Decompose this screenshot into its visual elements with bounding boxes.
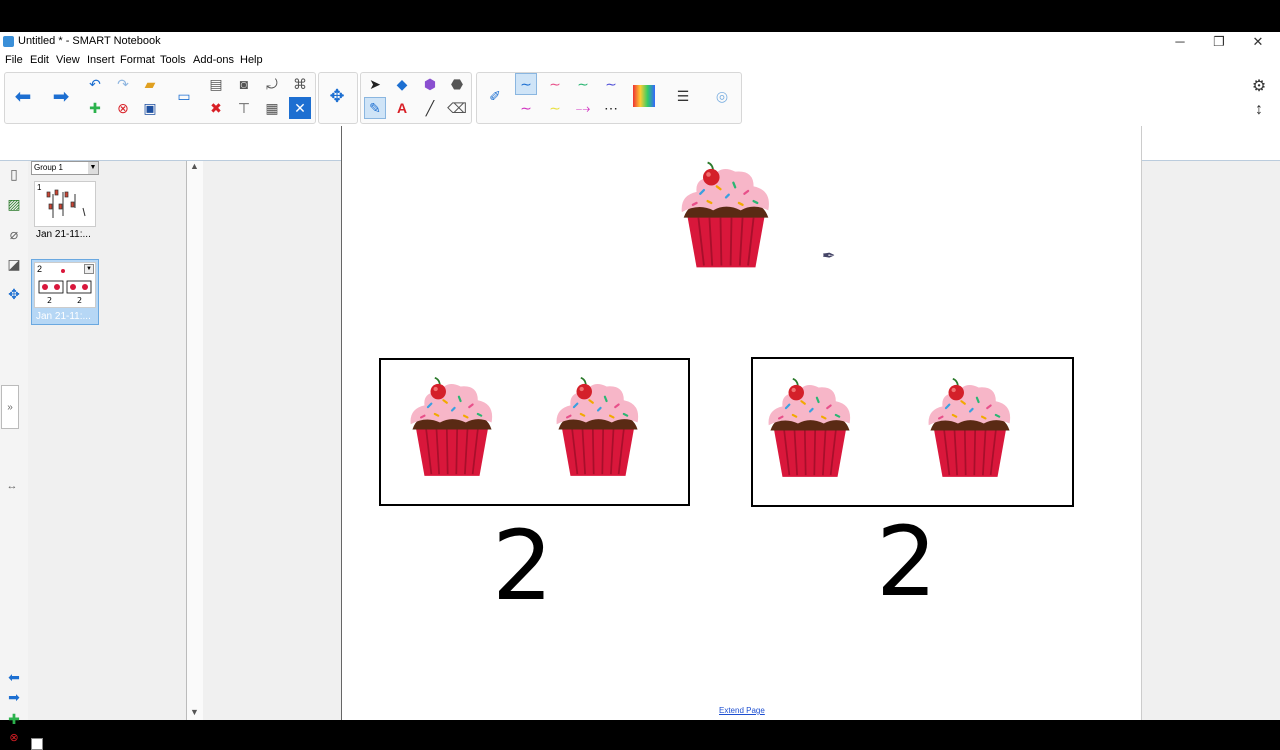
minimize-button[interactable]: ─ xyxy=(1160,32,1200,52)
text-icon[interactable]: A xyxy=(391,97,413,119)
cupcake-image[interactable] xyxy=(680,158,772,270)
pens-icon[interactable]: ✎ xyxy=(364,97,386,119)
add-ons-puzzle-icon[interactable]: ✥ xyxy=(326,85,348,107)
previous-page-icon[interactable]: ⬅ xyxy=(12,85,34,108)
handwritten-count-right[interactable]: 2 xyxy=(876,514,937,610)
pen-type-icon[interactable]: ✐ xyxy=(484,85,506,107)
cupcake-frame-right[interactable] xyxy=(751,357,1074,507)
app-icon xyxy=(3,36,14,47)
pen-style-black-dashed-icon[interactable]: ⋯ xyxy=(600,97,622,119)
properties-tab-icon[interactable]: ◪ xyxy=(3,253,25,275)
window-title: Untitled * - SMART Notebook xyxy=(18,35,161,47)
next-page-icon[interactable]: ➡ xyxy=(50,85,72,108)
menu-insert[interactable]: Insert xyxy=(87,54,115,66)
scroll-up-icon[interactable]: ▲ xyxy=(190,161,199,171)
undo-icon[interactable]: ↶ xyxy=(84,73,106,95)
table-rotate-icon[interactable]: ⤾ xyxy=(261,73,283,95)
auto-hide-label: Auto-hide xyxy=(44,738,87,749)
handwritten-count-left[interactable]: 2 xyxy=(492,518,553,614)
color-palette-icon[interactable] xyxy=(633,85,655,107)
menu-edit[interactable]: Edit xyxy=(30,54,49,66)
close-x-icon[interactable]: ✕ xyxy=(289,97,311,119)
delete-page-icon[interactable]: ⊗ xyxy=(112,97,134,119)
restore-button[interactable]: ❐ xyxy=(1199,32,1239,52)
collapse-handle-icon[interactable]: » xyxy=(1,385,19,429)
cupcake-frame-left[interactable] xyxy=(379,358,690,506)
pen-style-pink-icon[interactable]: ∼ xyxy=(544,73,566,95)
attachments-tab-icon[interactable]: ⌀ xyxy=(3,223,25,245)
menu-bar: File Edit View Insert Format Tools Add-o… xyxy=(0,52,1280,70)
cupcake-image[interactable] xyxy=(927,371,1013,483)
page-sorter-tab-icon[interactable]: ▯ xyxy=(3,163,25,185)
cupcake-image[interactable] xyxy=(555,370,641,482)
menu-view[interactable]: View xyxy=(56,54,80,66)
menu-tools[interactable]: Tools xyxy=(160,54,186,66)
title-bar: Untitled * - SMART Notebook ─ ❐ ✕ xyxy=(0,32,1280,52)
paste-icon[interactable]: ▤ xyxy=(205,73,227,95)
pen-style-yellow-icon[interactable]: ∼ xyxy=(544,97,566,119)
svg-text:2: 2 xyxy=(77,296,82,305)
document-camera-icon[interactable]: ⌘ xyxy=(289,73,311,95)
shapes-icon[interactable]: ◆ xyxy=(391,73,413,95)
pen-style-blue-icon[interactable]: ∼ xyxy=(515,73,537,95)
magic-pen-icon[interactable]: ⬢ xyxy=(419,73,441,95)
settings-gear-icon[interactable]: ⚙ xyxy=(1248,75,1270,97)
thumbnail-sketch xyxy=(46,189,86,218)
select-arrow-icon[interactable]: ➤ xyxy=(364,73,386,95)
fill-icon[interactable]: ⬣ xyxy=(446,73,468,95)
gallery-tab-icon[interactable]: ▨ xyxy=(3,193,25,215)
display-screen-icon[interactable]: ▭ xyxy=(173,85,195,107)
pen-style-magenta-icon[interactable]: ∼ xyxy=(515,97,537,119)
auto-hide-checkbox[interactable] xyxy=(31,738,43,750)
side-tab-rail: ▯ ▨ ⌀ ◪ ✥ » ↔ ⬅ ➡ ✚ ⊗ xyxy=(0,161,29,744)
screen-capture-icon[interactable]: ◙ xyxy=(233,73,255,95)
group-dropdown[interactable]: Group 1 ▼ xyxy=(31,161,99,175)
page-caption: Jan 21-11:... xyxy=(36,311,91,322)
page-thumbnail-1[interactable]: 1 xyxy=(34,181,96,227)
page-sorter: Group 1 ▼ 1 Jan 21-11:... 2 ▼ 2 2 Jan 21… xyxy=(28,161,186,750)
line-thickness-icon[interactable]: ☰ xyxy=(672,85,694,107)
add-page-icon[interactable]: ✚ xyxy=(84,97,106,119)
pen-style-green-icon[interactable]: ∼ xyxy=(572,73,594,95)
chevron-down-icon: ▼ xyxy=(88,162,98,174)
transparency-icon[interactable]: ◎ xyxy=(711,85,733,107)
add-ons-tab-icon[interactable]: ✥ xyxy=(3,283,25,305)
cupcake-image[interactable] xyxy=(409,370,495,482)
notebook-page[interactable]: ✒ 2 2 Extend Page xyxy=(341,126,1142,720)
sorter-delete-page-icon[interactable]: ⊗ xyxy=(3,726,25,748)
full-screen-icon[interactable]: ⊤ xyxy=(233,97,255,119)
svg-text:2: 2 xyxy=(47,296,52,305)
pen-cursor-icon: ✒ xyxy=(822,248,836,265)
sorter-scrollbar[interactable]: ▲ ▼ xyxy=(186,161,204,720)
close-button[interactable]: ✕ xyxy=(1238,32,1278,52)
move-toolbar-icon[interactable]: ↕ xyxy=(1248,99,1270,121)
line-icon[interactable]: ╱ xyxy=(419,97,441,119)
sorter-next-icon[interactable]: ➡ xyxy=(3,686,25,708)
open-folder-icon[interactable]: ▰ xyxy=(139,73,161,95)
extend-page-link[interactable]: Extend Page xyxy=(719,706,765,715)
move-sidebar-icon[interactable]: ↔ xyxy=(1,475,23,497)
save-icon[interactable]: ▣ xyxy=(139,97,161,119)
menu-format[interactable]: Format xyxy=(120,54,155,66)
pen-style-violet-icon[interactable]: ∼ xyxy=(600,73,622,95)
eraser-icon[interactable]: ⌫ xyxy=(446,97,468,119)
pen-style-dashed-icon[interactable]: ⤍ xyxy=(572,97,594,119)
sorter-prev-icon[interactable]: ⬅ xyxy=(3,666,25,688)
menu-add-ons[interactable]: Add-ons xyxy=(193,54,234,66)
page-thumbnail-2[interactable]: 2 ▼ 2 2 xyxy=(34,262,96,308)
menu-help[interactable]: Help xyxy=(240,54,263,66)
page-caption: Jan 21-11:... xyxy=(36,229,91,240)
menu-file[interactable]: File xyxy=(5,54,23,66)
page-number: 1 xyxy=(37,183,42,192)
redo-icon[interactable]: ↷ xyxy=(112,73,134,95)
delete-icon[interactable]: ✖ xyxy=(205,97,227,119)
group-label: Group 1 xyxy=(34,163,63,172)
cupcake-image[interactable] xyxy=(767,371,853,483)
thumbnail-cupcakes: 2 2 xyxy=(38,269,92,305)
table-icon[interactable]: ▦ xyxy=(261,97,283,119)
scroll-down-icon[interactable]: ▼ xyxy=(190,707,199,717)
